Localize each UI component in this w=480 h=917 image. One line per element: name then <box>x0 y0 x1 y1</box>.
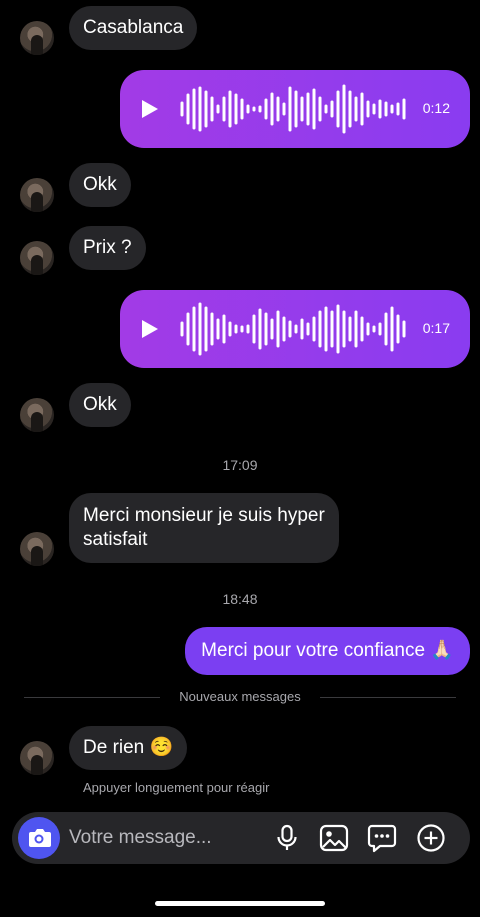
play-icon[interactable] <box>142 320 158 338</box>
message-input[interactable]: Votre message... <box>69 827 212 849</box>
avatar[interactable] <box>20 241 54 275</box>
play-icon[interactable] <box>142 100 158 118</box>
incoming-message[interactable]: Prix ? <box>69 226 146 270</box>
avatar[interactable] <box>20 532 54 566</box>
incoming-message[interactable]: Merci monsieur je suis hyper satisfait <box>69 493 339 563</box>
plus-icon[interactable] <box>416 823 446 853</box>
voice-message[interactable]: 0:17 <box>120 290 470 368</box>
incoming-message[interactable]: Casablanca <box>69 6 198 50</box>
camera-icon <box>29 829 51 847</box>
home-indicator[interactable] <box>155 901 325 906</box>
avatar[interactable] <box>20 21 54 55</box>
voice-duration: 0:12 <box>422 100 450 116</box>
avatar[interactable] <box>20 398 54 432</box>
avatar[interactable] <box>20 741 54 775</box>
outgoing-message[interactable]: Merci pour votre confiance 🙏🏻 <box>185 627 470 675</box>
image-icon[interactable] <box>319 823 349 853</box>
voice-message[interactable]: 0:12 <box>120 70 470 148</box>
waveform <box>180 84 406 134</box>
message-composer: Votre message... <box>12 812 470 864</box>
waveform <box>180 302 406 356</box>
voice-duration: 0:17 <box>422 320 450 336</box>
timestamp: 17:09 <box>222 457 258 473</box>
avatar[interactable] <box>20 178 54 212</box>
incoming-message[interactable]: Okk <box>69 383 131 427</box>
sticker-icon[interactable] <box>367 823 397 853</box>
camera-button[interactable] <box>18 817 60 859</box>
incoming-message[interactable]: De rien ☺️ <box>69 726 188 770</box>
reaction-hint: Appuyer longuement pour réagir <box>83 780 270 795</box>
microphone-icon[interactable] <box>272 823 302 853</box>
timestamp: 18:48 <box>222 591 258 607</box>
new-messages-divider: Nouveaux messages <box>179 689 301 704</box>
incoming-message[interactable]: Okk <box>69 163 131 207</box>
